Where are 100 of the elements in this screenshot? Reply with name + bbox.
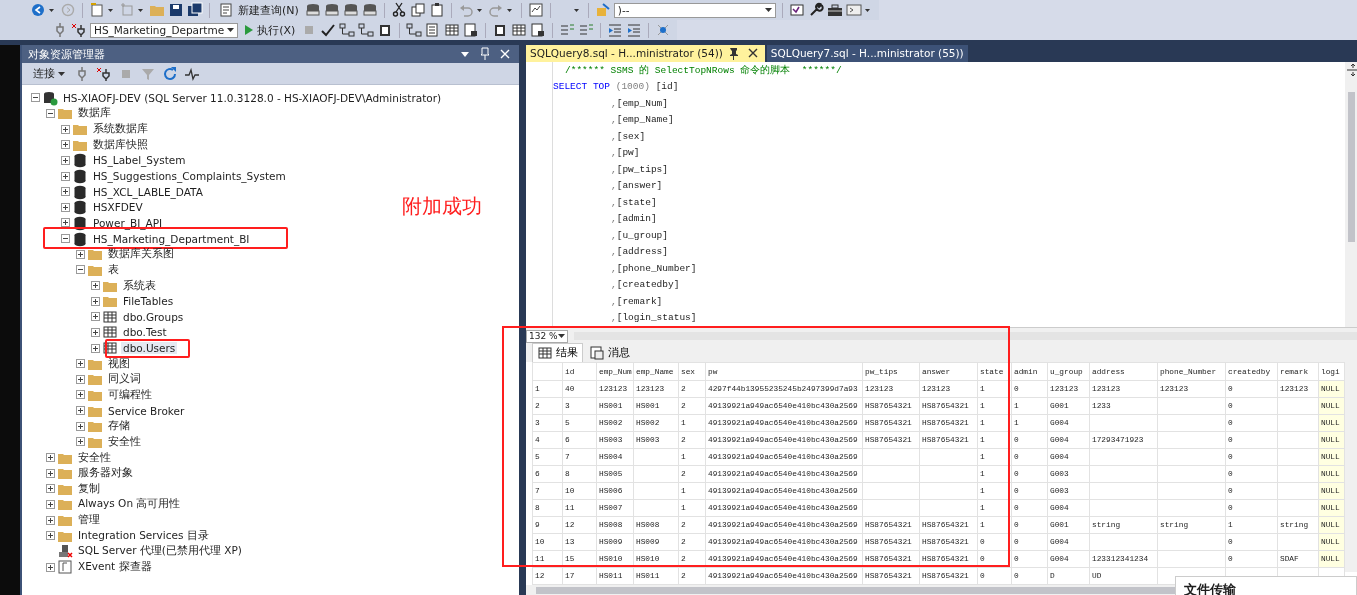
file-results-icon[interactable] <box>463 22 480 38</box>
database-query-icon[interactable] <box>304 2 321 18</box>
editor-tab[interactable]: SQLQuery8.sql - H...ministrator (54)) <box>526 45 765 62</box>
tree-item[interactable]: FileTables <box>120 295 176 308</box>
expand-toggle[interactable] <box>75 421 85 431</box>
expand-toggle[interactable] <box>60 171 70 181</box>
expand-toggle[interactable] <box>75 437 85 447</box>
expand-toggle[interactable] <box>45 562 55 572</box>
expand-toggle[interactable] <box>75 249 85 259</box>
tree-item[interactable]: 管理 <box>75 513 102 528</box>
tree-item[interactable]: HS_Marketing_Department_BI <box>90 232 252 245</box>
caret-icon[interactable] <box>864 8 870 12</box>
grid-results-icon[interactable] <box>444 22 461 38</box>
new-query-button[interactable]: 新建查询(N) <box>216 2 302 18</box>
paste-icon[interactable] <box>428 2 445 18</box>
database-query-icon[interactable] <box>361 2 378 18</box>
expand-toggle[interactable] <box>90 281 100 290</box>
tree-item[interactable]: SQL Server 代理(已禁用代理 XP) <box>75 544 244 559</box>
caret-icon[interactable] <box>476 8 482 12</box>
tree-item[interactable]: 安全性 <box>75 450 113 465</box>
expand-toggle[interactable] <box>60 155 70 165</box>
tree-item[interactable]: 表 <box>105 262 121 277</box>
tree-item[interactable]: 系统数据库 <box>90 122 150 137</box>
expand-toggle[interactable] <box>45 108 55 118</box>
expand-toggle[interactable] <box>75 390 85 400</box>
expand-toggle[interactable] <box>45 468 55 478</box>
database-query-icon[interactable] <box>342 2 359 18</box>
tree-item[interactable]: dbo.Test <box>120 326 169 339</box>
cut-icon[interactable] <box>390 2 407 18</box>
execute-button[interactable]: 执行(X) <box>241 22 299 38</box>
toolbox-icon[interactable] <box>826 2 843 18</box>
editor-tab[interactable]: SQLQuery7.sql - H...ministrator (55)) <box>766 45 968 62</box>
expand-toggle[interactable] <box>45 531 55 541</box>
expand-toggle[interactable] <box>60 218 70 228</box>
caret-icon[interactable] <box>227 28 235 32</box>
tree-item[interactable]: Service Broker <box>105 404 187 417</box>
caret-icon[interactable] <box>764 8 772 12</box>
tree-item[interactable]: HS_Label_System <box>90 154 188 167</box>
tree-item[interactable]: 安全性 <box>105 434 143 449</box>
comment-icon[interactable] <box>578 22 595 38</box>
caret-icon[interactable] <box>57 71 65 76</box>
expand-toggle[interactable] <box>75 406 85 416</box>
properties-icon[interactable] <box>527 2 544 18</box>
tree-item[interactable]: 数据库关系图 <box>105 247 176 262</box>
indent-icon[interactable] <box>626 22 643 38</box>
caret-icon[interactable] <box>49 8 54 12</box>
tree-item[interactable]: Always On 高可用性 <box>75 497 183 512</box>
document-icon[interactable] <box>530 22 547 38</box>
results-tab[interactable]: 结果 <box>532 343 583 363</box>
expand-toggle[interactable] <box>75 265 85 275</box>
find-icon[interactable] <box>594 2 611 18</box>
tree-item[interactable]: 复制 <box>75 481 102 496</box>
expand-toggle[interactable] <box>60 124 70 134</box>
window-icon[interactable] <box>788 2 805 18</box>
caret-icon[interactable] <box>573 8 579 12</box>
tree-item[interactable]: HS_Suggestions_Complaints_System <box>90 170 288 182</box>
outdent-icon[interactable] <box>607 22 624 38</box>
tree-item[interactable]: 视图 <box>105 356 132 371</box>
tree-item[interactable]: 同义词 <box>105 372 143 387</box>
zoom-dropdown[interactable]: 132 % <box>526 329 568 343</box>
split-icon[interactable] <box>1345 61 1357 78</box>
scrollbar-thumb[interactable] <box>1347 91 1355 242</box>
tree-item[interactable]: 可编程性 <box>105 388 154 402</box>
expand-toggle[interactable] <box>75 359 85 369</box>
diagram-icon[interactable] <box>358 22 375 38</box>
diagram-icon[interactable] <box>406 22 423 38</box>
expand-toggle[interactable] <box>90 327 100 337</box>
database-query-icon[interactable] <box>323 2 340 18</box>
expand-toggle[interactable] <box>60 187 70 197</box>
disconnect-icon[interactable] <box>71 22 87 38</box>
tree-item[interactable]: HSXFDEV <box>90 201 145 214</box>
expand-toggle[interactable] <box>45 499 55 509</box>
save-icon[interactable] <box>168 2 184 18</box>
tree-item[interactable]: dbo.Groups <box>120 310 186 323</box>
tree-item[interactable]: HS-XIAOFJ-DEV (SQL Server 11.0.3128.0 - HS-XIAOFJ-DEV\Administrator) <box>60 91 444 104</box>
search-combo[interactable]: )-- <box>613 2 776 18</box>
expand-toggle[interactable] <box>45 453 55 463</box>
tree-item[interactable]: Integration Services 目录 <box>75 528 211 543</box>
grid-icon[interactable] <box>511 22 528 38</box>
caret-icon[interactable] <box>506 8 512 12</box>
tree-item[interactable]: 系统表 <box>120 278 158 293</box>
tree-item[interactable]: 存储 <box>105 419 132 434</box>
scrollbar-thumb[interactable] <box>536 586 1176 594</box>
expand-toggle[interactable] <box>45 515 55 525</box>
tree-item[interactable]: 服务器对象 <box>75 466 135 481</box>
caret-icon[interactable] <box>558 334 565 339</box>
back-icon[interactable] <box>30 2 46 18</box>
horizontal-scrollbar[interactable] <box>574 332 1357 341</box>
console-icon[interactable] <box>845 2 862 18</box>
database-dropdown[interactable]: HS_Marketing_Departme <box>90 22 239 38</box>
copy-icon[interactable] <box>409 2 426 18</box>
refresh-icon[interactable] <box>161 65 178 82</box>
expand-toggle[interactable] <box>60 140 70 150</box>
expand-toggle[interactable] <box>75 374 85 384</box>
connect-button[interactable]: 连接 <box>29 66 68 81</box>
tree-item[interactable]: 数据库 <box>75 106 113 121</box>
diagram-icon[interactable] <box>339 22 356 38</box>
expand-toggle[interactable] <box>60 202 70 212</box>
tree-item[interactable]: dbo.Users <box>120 342 178 355</box>
vertical-scrollbar[interactable] <box>1345 362 1357 573</box>
